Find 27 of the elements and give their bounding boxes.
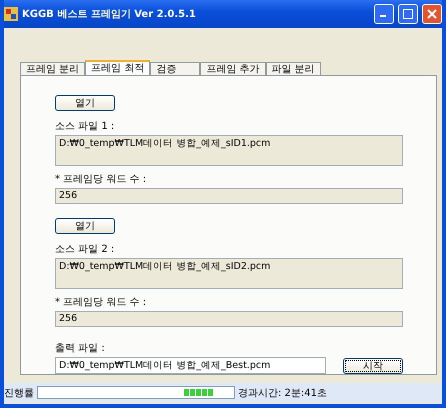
field-label: 소스 파일 1 : [55, 120, 114, 133]
words-field[interactable]: 256 [55, 311, 403, 327]
tab[interactable]: 프레임 최적 [85, 60, 150, 75]
maximize-button[interactable] [398, 4, 418, 24]
window-title: KGGB 베스트 프레임기 Ver 2.0.5.1 [22, 8, 197, 21]
maximize-icon [403, 9, 413, 19]
open-button[interactable]: 열기 [55, 218, 115, 234]
tab[interactable]: 파일 분리 [266, 62, 321, 75]
elapsed-time: 경과시간: 2분:41초 [238, 386, 328, 400]
source-path-field[interactable]: D:₩0_temp₩TLM데이터 병합_예제_sID2.pcm [55, 258, 403, 290]
app-icon [4, 7, 18, 21]
field-label: 출력 파일 : [55, 342, 105, 355]
tab[interactable]: 프레임 추가 [200, 62, 266, 75]
tab[interactable]: 프레임 분리 [20, 62, 86, 75]
field-label: * 프레임당 워드 수 : [55, 173, 146, 186]
source-path-field[interactable]: D:₩0_temp₩TLM데이터 병합_예제_sID1.pcm [55, 135, 403, 166]
output-path-field[interactable]: D:₩0_temp₩TLM데이터 병합_예제_Best.pcm [55, 357, 326, 374]
field-label: 소스 파일 2 : [55, 243, 114, 256]
start-button[interactable]: 시작 [343, 358, 403, 374]
progress-label: 진행률 [4, 386, 34, 400]
close-icon [427, 9, 437, 19]
open-button[interactable]: 열기 [55, 95, 115, 111]
words-field[interactable]: 256 [55, 188, 403, 204]
minimize-button[interactable] [374, 4, 394, 24]
close-button[interactable] [422, 4, 442, 24]
field-label: * 프레임당 워드 수 : [55, 296, 146, 310]
tab[interactable]: 검증 [150, 62, 200, 75]
